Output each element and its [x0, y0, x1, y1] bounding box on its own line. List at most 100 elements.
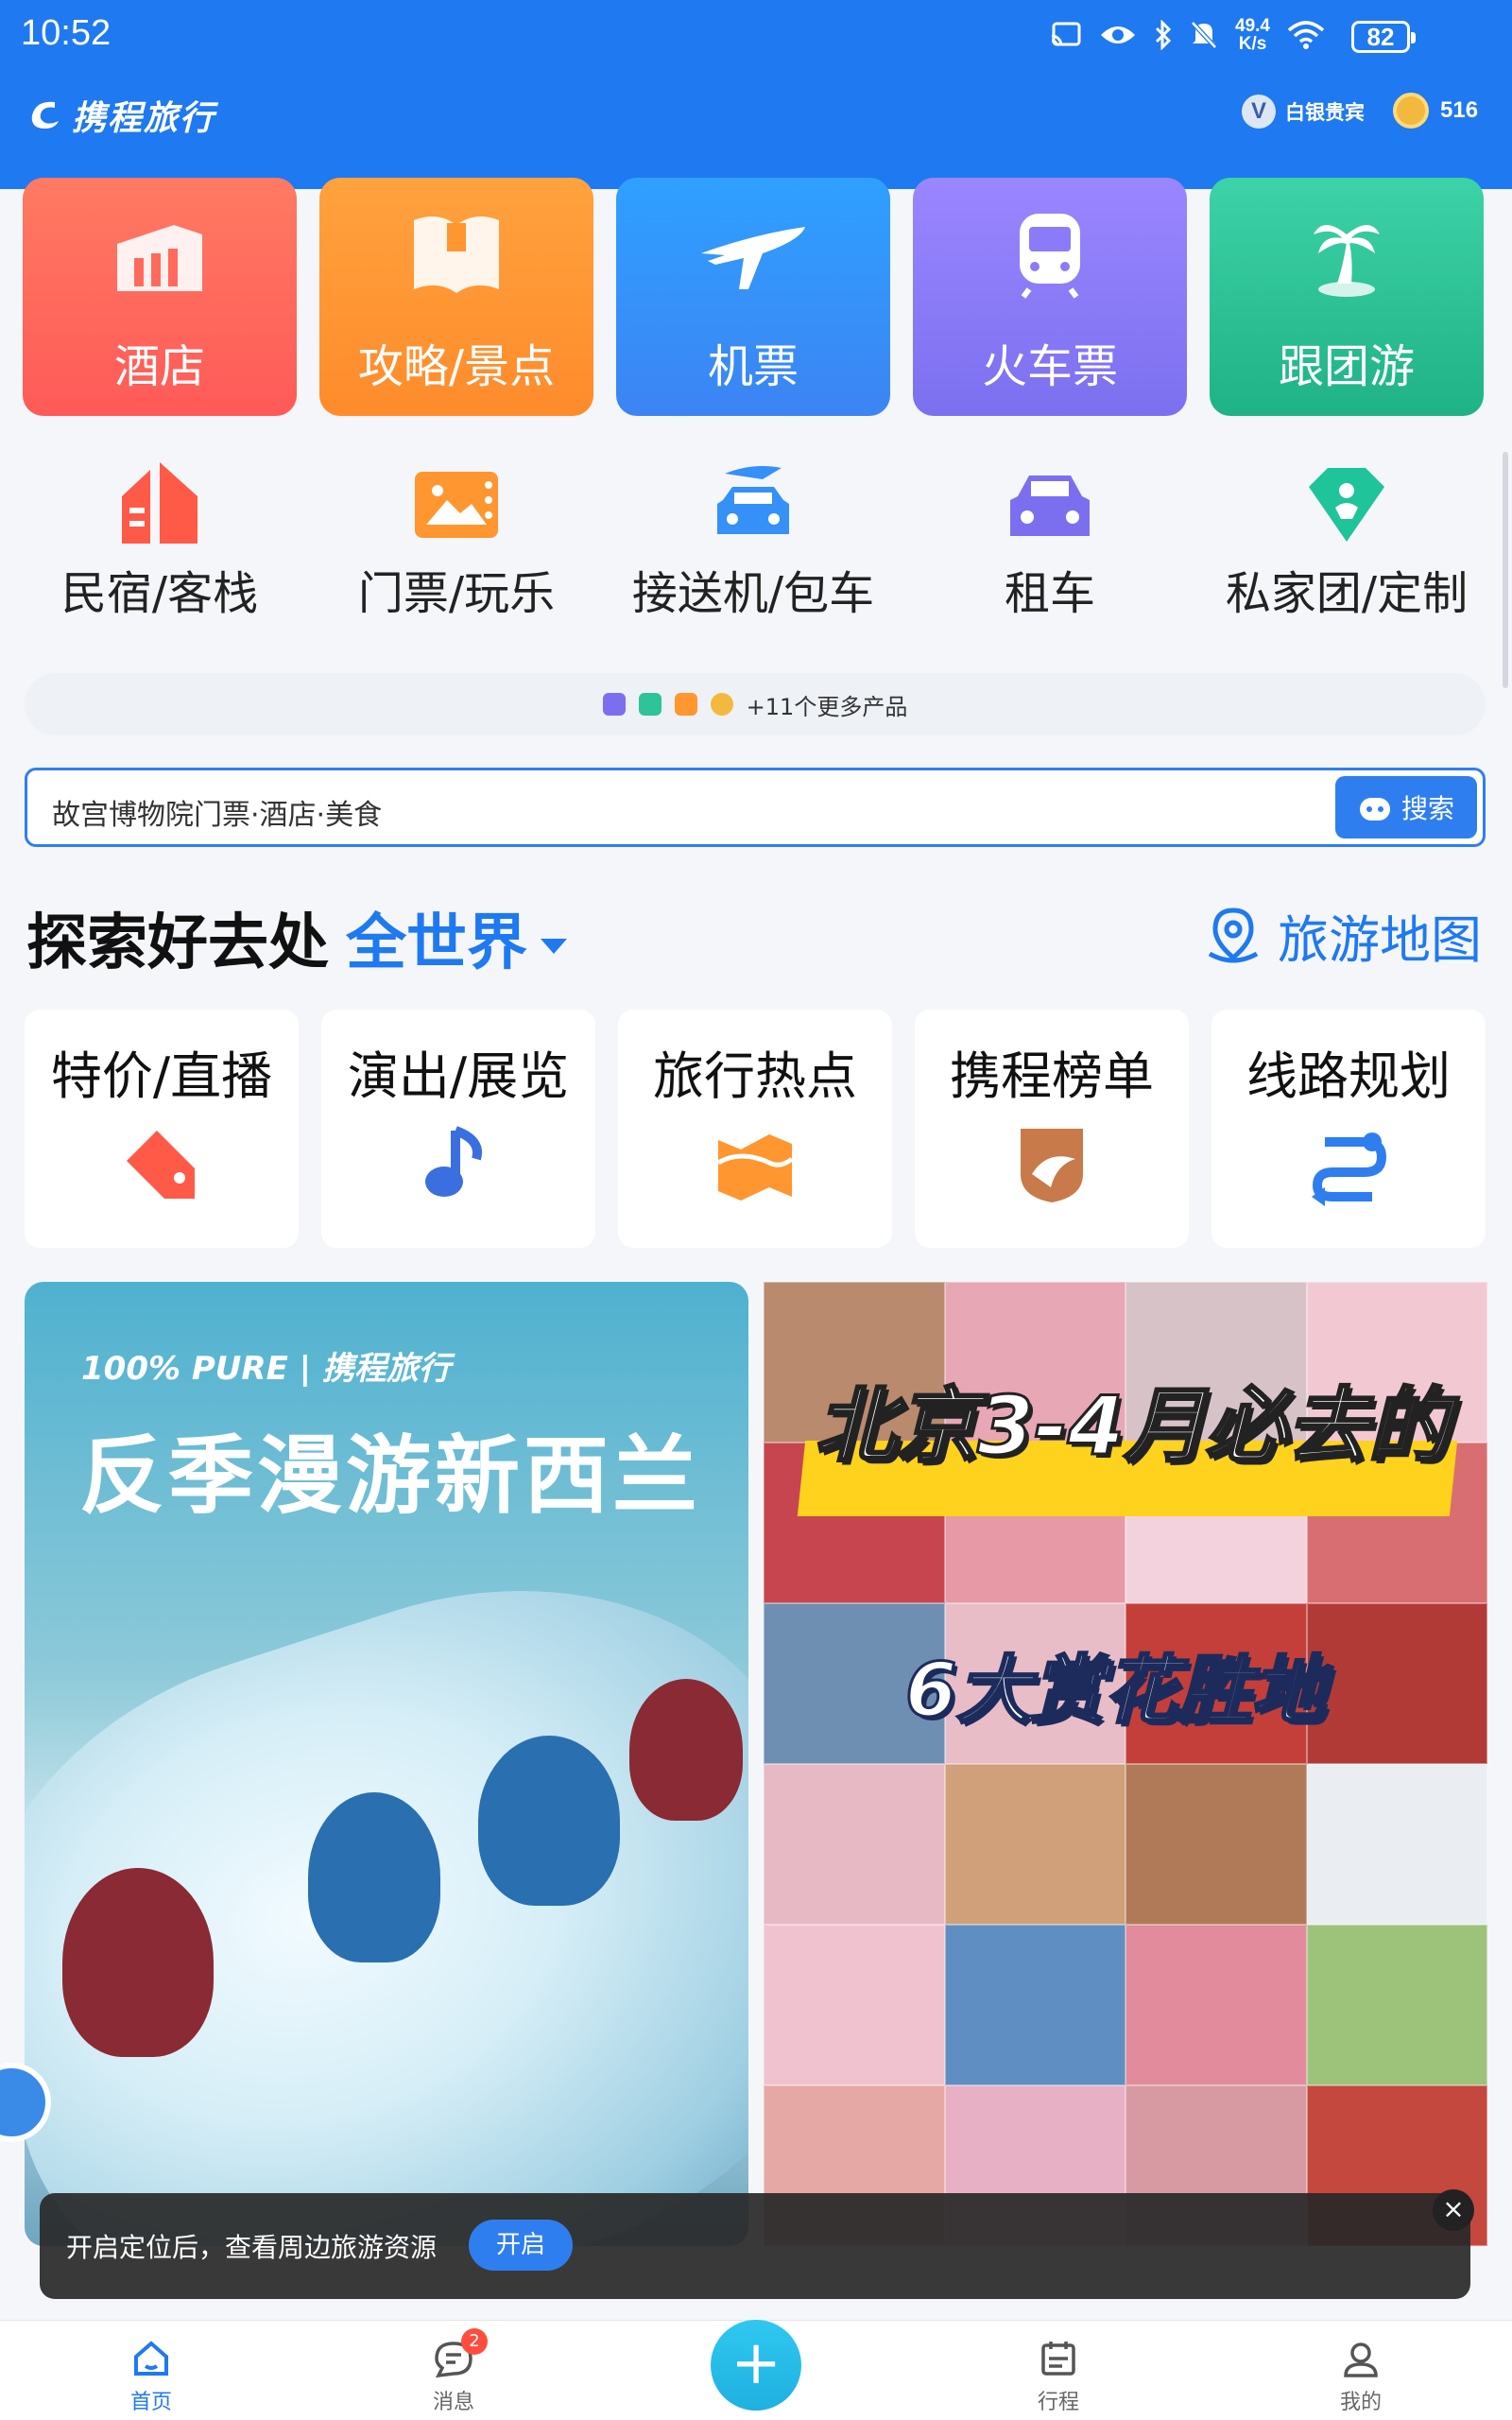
- nav-trips-label: 行程: [1037, 2391, 1079, 2414]
- tile-train[interactable]: 火车票: [913, 178, 1187, 416]
- private-tour-icon: [1309, 468, 1384, 542]
- calendar-icon: [1041, 2342, 1075, 2376]
- nav-messages[interactable]: 2 消息: [378, 2328, 529, 2415]
- tile-train-label: 火车票: [981, 340, 1118, 393]
- tile-hotel-label: 酒店: [113, 340, 205, 393]
- sub-private-tour[interactable]: 私家团/定制: [1210, 452, 1484, 641]
- publish-plus-button[interactable]: +: [711, 2320, 801, 2411]
- vip-badge-icon: V: [1242, 95, 1276, 129]
- tile-flight-label: 机票: [707, 340, 799, 393]
- climber-figure: [308, 1792, 440, 1962]
- tile-guide-label: 攻略/景点: [357, 340, 556, 393]
- banner-beijing-flowers[interactable]: 北京3-4月必去的 6大赏花胜地: [764, 1282, 1487, 2246]
- sub-tickets[interactable]: 门票/玩乐: [319, 452, 593, 641]
- explore-heading: 探索好去处 全世界: [26, 894, 567, 981]
- coin-count: 516: [1440, 97, 1479, 123]
- messages-badge: 2: [461, 2328, 488, 2355]
- palm-tree-icon: [1314, 225, 1380, 297]
- nav-messages-label: 消息: [432, 2391, 474, 2414]
- car-icon: [1010, 475, 1090, 536]
- sub-transfer-label: 接送机/包车: [631, 567, 875, 620]
- search-button[interactable]: 搜索: [1335, 776, 1477, 838]
- sub-car-rental-label: 租车: [1004, 567, 1095, 620]
- sub-homestay-label: 民宿/客栈: [60, 567, 259, 620]
- tile-tour[interactable]: 跟团游: [1210, 178, 1484, 416]
- search-bar[interactable]: 故宫博物院门票·酒店·美食 搜索: [25, 768, 1486, 847]
- mute-bell-icon: [1191, 21, 1217, 49]
- nav-home-label: 首页: [129, 2391, 172, 2414]
- money-bag-icon: [710, 693, 733, 716]
- member-level-text: 白银贵宾: [1285, 101, 1365, 124]
- card-deals-live[interactable]: 特价/直播: [25, 1010, 299, 1248]
- ctrip-logo[interactable]: 携程旅行: [26, 91, 215, 140]
- travel-map-link[interactable]: 旅游地图: [1202, 898, 1482, 973]
- search-input[interactable]: 故宫博物院门票·酒店·美食: [52, 791, 382, 833]
- region-selector[interactable]: 全世界: [346, 908, 527, 978]
- main-services: 酒店 攻略/景点 机票 火车票 跟团游: [23, 178, 1486, 416]
- battery-icon: 82: [1351, 21, 1416, 53]
- sub-transfer[interactable]: 接送机/包车: [616, 452, 890, 641]
- plane-icon: [701, 227, 805, 289]
- climber-figure: [62, 1868, 214, 2057]
- coin-icon: [1393, 93, 1429, 129]
- hotel-icon: [117, 225, 202, 291]
- nav-home[interactable]: 首页: [76, 2332, 227, 2415]
- robot-icon: [1359, 798, 1390, 821]
- card-hotspots[interactable]: 旅行热点: [618, 1010, 892, 1248]
- banner-right-headline: 北京3-4月必去的: [814, 1378, 1451, 1476]
- train-icon: [1020, 214, 1080, 299]
- card-shows-label: 演出/展览: [347, 1046, 570, 1106]
- sub-services: 民宿/客栈 门票/玩乐 接送机/包车 租车 私家团/定制: [23, 452, 1486, 641]
- tile-guide[interactable]: 攻略/景点: [319, 178, 593, 416]
- tile-tour-label: 跟团游: [1278, 340, 1415, 393]
- sub-car-rental[interactable]: 租车: [913, 452, 1187, 641]
- banner-right-subline: 6大赏花胜地: [903, 1648, 1326, 1736]
- music-note-icon: [425, 1126, 482, 1197]
- toast-message: 开启定位后，查看周边旅游资源: [66, 2232, 438, 2263]
- tile-hotel[interactable]: 酒店: [23, 178, 297, 416]
- route-icon: [1312, 1132, 1387, 1206]
- book-icon: [414, 216, 499, 293]
- sub-homestay[interactable]: 民宿/客栈: [23, 452, 297, 641]
- nav-mine[interactable]: 我的: [1285, 2332, 1436, 2415]
- explore-cards: 特价/直播 演出/展览 旅行热点 携程榜单 线路规划: [25, 1010, 1487, 1248]
- card-deals-live-label: 特价/直播: [50, 1046, 273, 1106]
- bluetooth-icon: [1155, 20, 1172, 50]
- status-time: 10:52: [21, 13, 112, 53]
- card-rankings-label: 携程榜单: [950, 1046, 1154, 1106]
- car-plane-icon: [717, 466, 789, 534]
- coin-balance[interactable]: 516: [1393, 93, 1478, 129]
- card-hotspots-label: 旅行热点: [653, 1046, 857, 1106]
- ticket-icon: [415, 472, 498, 538]
- member-level[interactable]: V 白银贵宾: [1242, 95, 1365, 129]
- banner-new-zealand[interactable]: 100% PURE | 携程旅行 反季漫游新西兰: [25, 1282, 748, 2246]
- bus-icon: [602, 693, 626, 716]
- logo-text: 携程旅行: [72, 99, 216, 138]
- card-rankings[interactable]: 携程榜单: [915, 1010, 1189, 1248]
- user-icon: [1344, 2342, 1378, 2377]
- explore-title: 探索好去处: [26, 908, 329, 978]
- scrollbar[interactable]: [1503, 452, 1508, 688]
- travel-map-label: 旅游地图: [1278, 910, 1482, 970]
- location-toast: 开启定位后，查看周边旅游资源 开启 ×: [40, 2189, 1474, 2299]
- scenery-icon: [674, 693, 697, 716]
- banner-left-headline: 反季漫游新西兰: [79, 1426, 701, 1526]
- cast-icon: [1051, 22, 1081, 46]
- map-pin-icon: [1208, 907, 1259, 962]
- home-icon: [134, 2341, 168, 2376]
- search-button-label: 搜索: [1400, 793, 1454, 824]
- tile-flight[interactable]: 机票: [616, 178, 890, 416]
- nav-trips[interactable]: 行程: [983, 2332, 1134, 2415]
- close-icon[interactable]: ×: [1433, 2189, 1474, 2231]
- banner-left-brand: 100% PURE | 携程旅行: [81, 1350, 451, 1388]
- more-products[interactable]: +11个更多产品: [25, 673, 1486, 735]
- card-shows[interactable]: 演出/展览: [321, 1010, 595, 1248]
- wifi-icon: [1287, 21, 1325, 49]
- net-speed: 49.4 K/s: [1235, 16, 1270, 54]
- card-route-plan[interactable]: 线路规划: [1211, 1010, 1486, 1248]
- homestay-icon: [122, 462, 198, 544]
- dolphin-logo-icon: [31, 101, 59, 129]
- chevron-down-icon[interactable]: [541, 939, 567, 955]
- nav-mine-label: 我的: [1339, 2391, 1382, 2414]
- enable-location-button[interactable]: 开启: [469, 2220, 573, 2271]
